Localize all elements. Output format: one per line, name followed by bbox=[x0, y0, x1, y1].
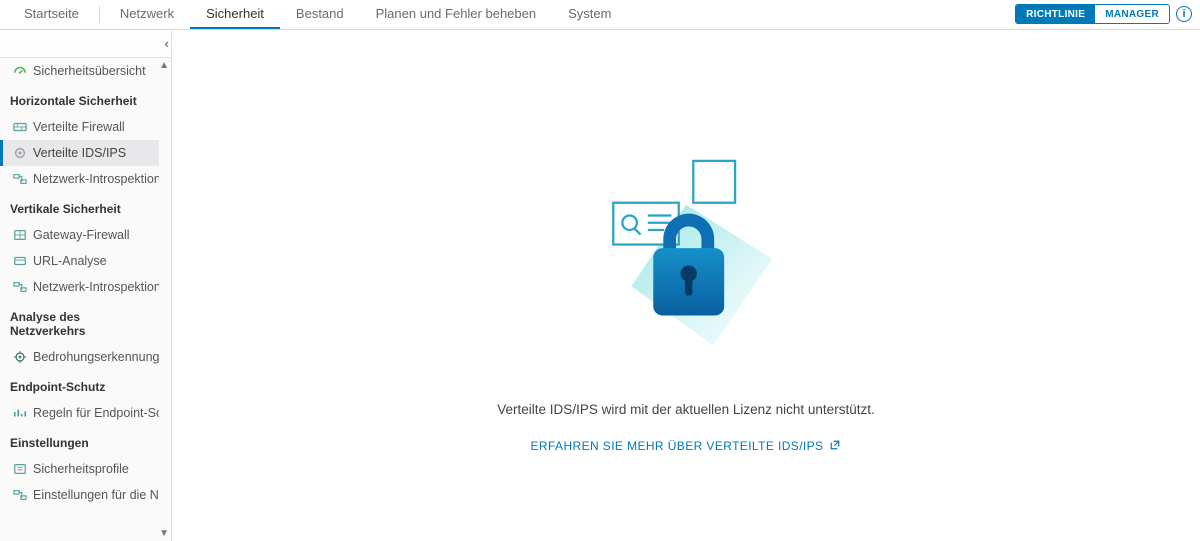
topbar-right: RICHTLINIE MANAGER i bbox=[1015, 4, 1192, 24]
introspection-icon bbox=[13, 280, 27, 294]
topnav-bestand[interactable]: Bestand bbox=[280, 0, 360, 29]
scroll-down-icon[interactable]: ▼ bbox=[159, 528, 169, 539]
topnav-netzwerk[interactable]: Netzwerk bbox=[104, 0, 190, 29]
sidebar-scroll[interactable]: ▲ Sicherheitsübersicht Horizontale Siche… bbox=[0, 58, 171, 541]
learn-more-row: ERFAHREN SIE MEHR ÜBER VERTEILTE IDS/IPS bbox=[172, 438, 1200, 454]
sidebar-item-label: Verteilte IDS/IPS bbox=[33, 146, 126, 160]
topnav: Startseite Netzwerk Sicherheit Bestand P… bbox=[8, 0, 627, 29]
sidebar-group-vertikale: Vertikale Sicherheit bbox=[0, 192, 159, 222]
license-message: Verteilte IDS/IPS wird mit der aktuellen… bbox=[172, 402, 1200, 417]
sidebar-item-label: Verteilte Firewall bbox=[33, 120, 125, 134]
sidebar-item-label: Bedrohungserkennungen bbox=[33, 350, 159, 364]
threat-icon bbox=[13, 350, 27, 364]
collapse-icon[interactable]: ‹‹ bbox=[164, 36, 165, 51]
ids-icon bbox=[13, 146, 27, 160]
settings-icon bbox=[13, 488, 27, 502]
topnav-planen[interactable]: Planen und Fehler beheben bbox=[360, 0, 552, 29]
mode-toggle-richtlinie[interactable]: RICHTLINIE bbox=[1016, 5, 1095, 23]
topnav-startseite[interactable]: Startseite bbox=[8, 0, 95, 29]
gateway-icon bbox=[13, 228, 27, 242]
sidebar-item-label: Sicherheitsübersicht bbox=[33, 64, 146, 78]
topnav-separator bbox=[99, 6, 100, 23]
sidebar: ‹‹ ▲ Sicherheitsübersicht Horizontale Si… bbox=[0, 30, 172, 541]
sidebar-item-sicherheitsprofile[interactable]: Sicherheitsprofile bbox=[0, 456, 159, 482]
sidebar-group-analyse: Analyse des Netzverkehrs bbox=[0, 300, 159, 344]
main-content: Verteilte IDS/IPS wird mit der aktuellen… bbox=[172, 30, 1200, 541]
sidebar-item-overview[interactable]: Sicherheitsübersicht bbox=[0, 58, 159, 84]
mode-toggle-manager[interactable]: MANAGER bbox=[1095, 5, 1169, 23]
introspection-icon bbox=[13, 172, 27, 186]
sidebar-item-label: Netzwerk-Introspektion ... bbox=[33, 172, 159, 186]
scroll-up-icon[interactable]: ▲ bbox=[159, 60, 169, 71]
sidebar-group-einstellungen: Einstellungen bbox=[0, 426, 159, 456]
sidebar-item-endpoint-regeln[interactable]: Regeln für Endpoint-Sch... bbox=[0, 400, 159, 426]
topnav-sicherheit[interactable]: Sicherheit bbox=[190, 0, 280, 29]
url-icon bbox=[13, 254, 27, 268]
topnav-system[interactable]: System bbox=[552, 0, 627, 29]
sidebar-item-verteilte-ids-ips[interactable]: Verteilte IDS/IPS bbox=[0, 140, 159, 166]
sidebar-item-gateway-firewall[interactable]: Gateway-Firewall bbox=[0, 222, 159, 248]
sidebar-group-endpoint: Endpoint-Schutz bbox=[0, 370, 159, 400]
sidebar-item-netzwerk-introspektion-v[interactable]: Netzwerk-Introspektion ... bbox=[0, 274, 159, 300]
profile-icon bbox=[13, 462, 27, 476]
top-navbar: Startseite Netzwerk Sicherheit Bestand P… bbox=[0, 0, 1200, 30]
sidebar-item-label: Regeln für Endpoint-Sch... bbox=[33, 406, 159, 420]
sidebar-item-verteilte-firewall[interactable]: Verteilte Firewall bbox=[0, 114, 159, 140]
mode-toggle[interactable]: RICHTLINIE MANAGER bbox=[1015, 4, 1170, 24]
sidebar-item-label: Sicherheitsprofile bbox=[33, 462, 129, 476]
sidebar-item-bedrohungserkennungen[interactable]: Bedrohungserkennungen bbox=[0, 344, 159, 370]
info-icon[interactable]: i bbox=[1176, 6, 1192, 22]
sidebar-item-netzwerk-einstellungen[interactable]: Einstellungen für die Ne... bbox=[0, 482, 159, 508]
sidebar-item-label: URL-Analyse bbox=[33, 254, 107, 268]
learn-more-label: ERFAHREN SIE MEHR ÜBER VERTEILTE IDS/IPS bbox=[531, 439, 824, 453]
sidebar-group-horizontale: Horizontale Sicherheit bbox=[0, 84, 159, 114]
firewall-icon bbox=[13, 120, 27, 134]
lock-illustration bbox=[566, 150, 806, 353]
sidebar-item-label: Gateway-Firewall bbox=[33, 228, 130, 242]
endpoint-icon bbox=[13, 406, 27, 420]
gauge-icon bbox=[13, 64, 27, 78]
external-link-icon bbox=[829, 439, 841, 454]
sidebar-item-label: Netzwerk-Introspektion ... bbox=[33, 280, 159, 294]
learn-more-link[interactable]: ERFAHREN SIE MEHR ÜBER VERTEILTE IDS/IPS bbox=[531, 439, 842, 454]
sidebar-item-label: Einstellungen für die Ne... bbox=[33, 488, 159, 502]
sidebar-item-netzwerk-introspektion-h[interactable]: Netzwerk-Introspektion ... bbox=[0, 166, 159, 192]
sidebar-collapse-bar: ‹‹ bbox=[0, 30, 171, 58]
sidebar-item-url-analyse[interactable]: URL-Analyse bbox=[0, 248, 159, 274]
